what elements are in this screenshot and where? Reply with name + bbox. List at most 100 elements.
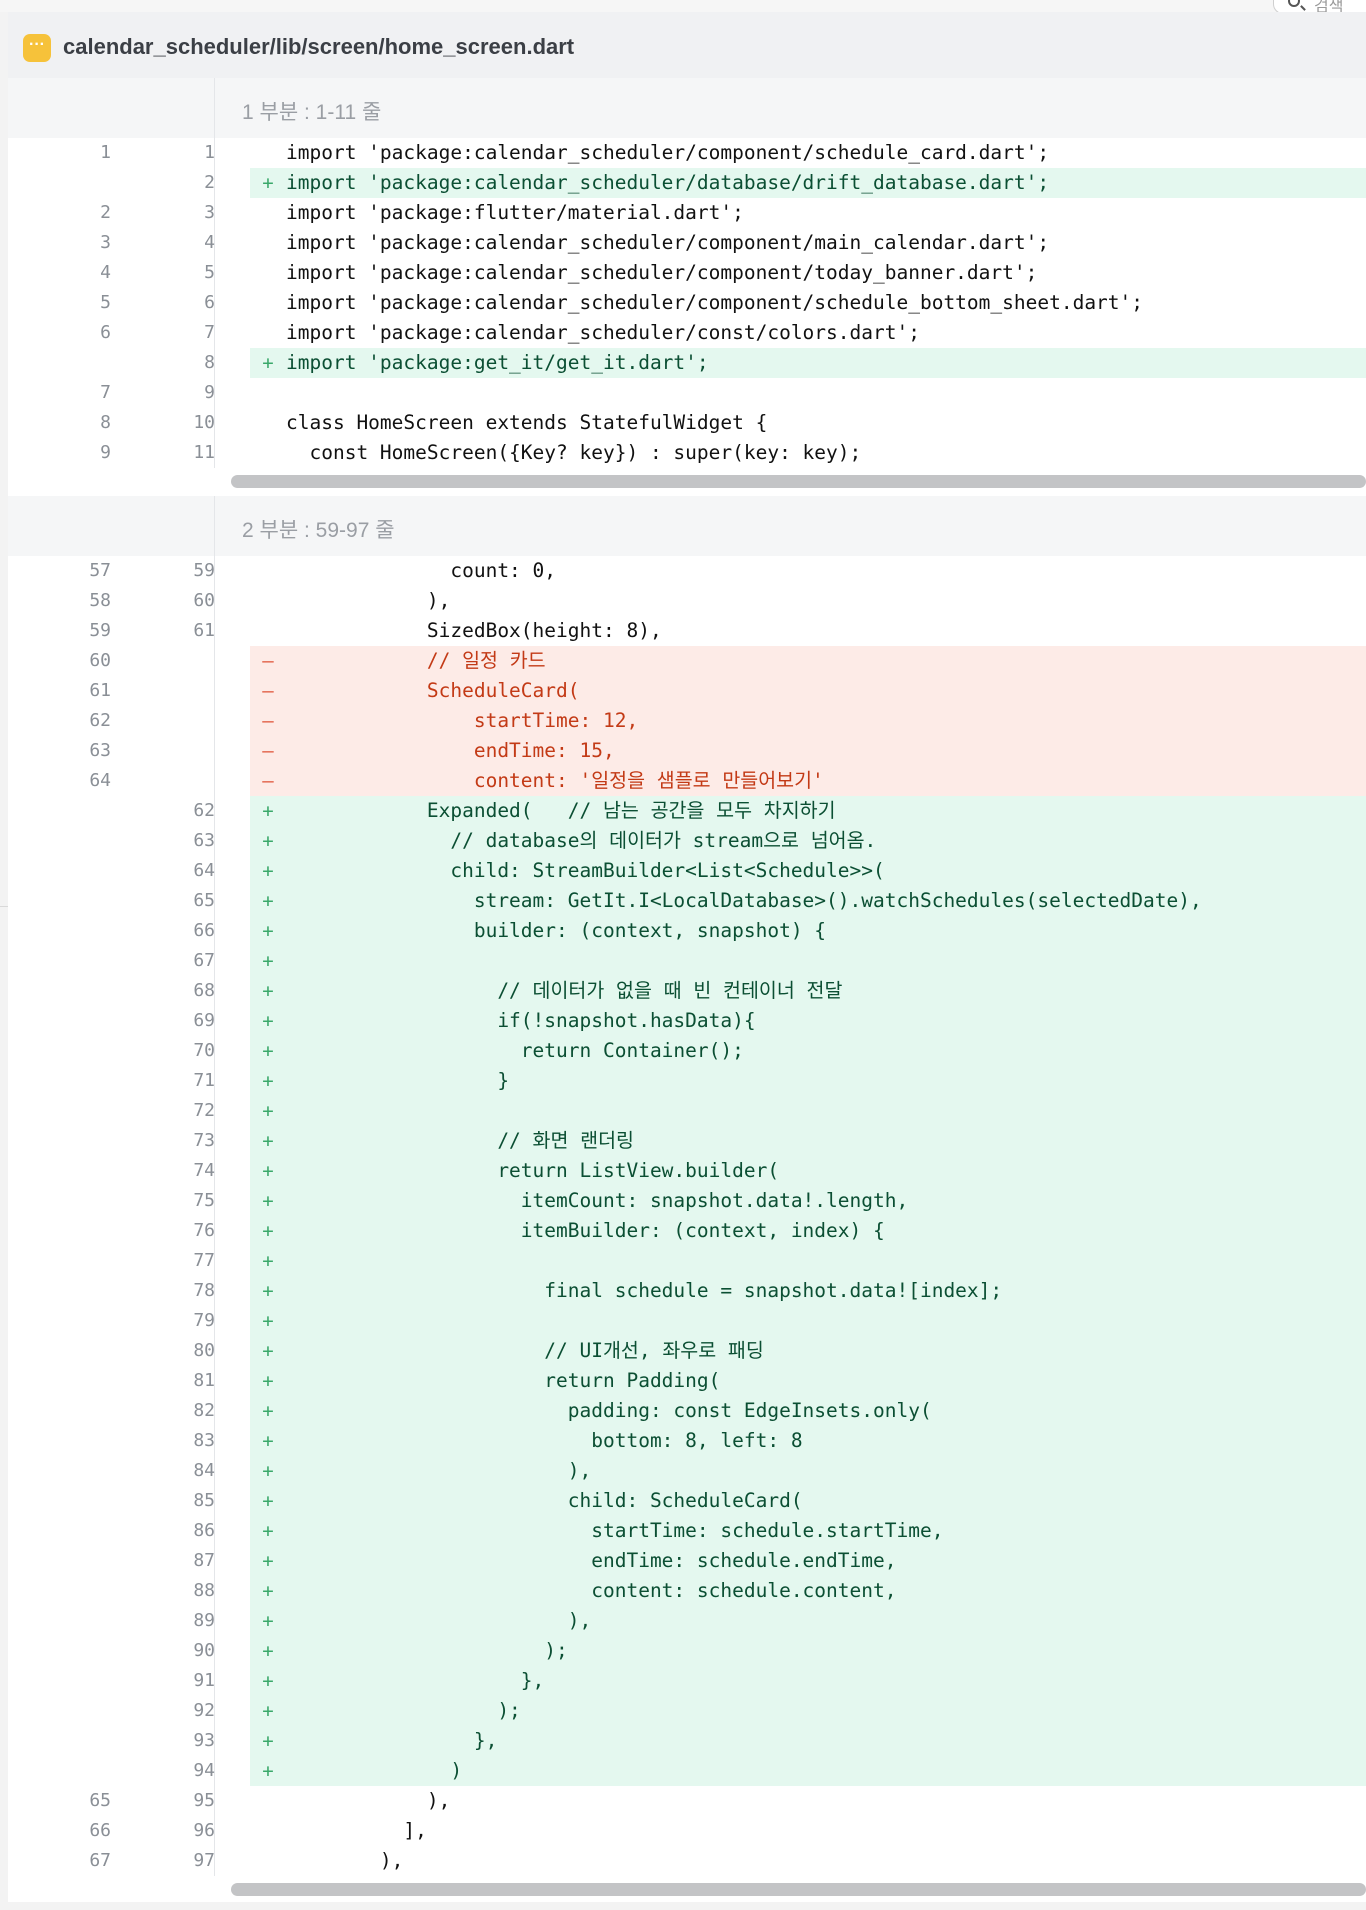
code-text: ), bbox=[286, 1459, 592, 1482]
diff-line: 70 + return Container(); bbox=[8, 1036, 1366, 1066]
old-line-number bbox=[51, 1336, 111, 1366]
code-text: ], bbox=[286, 1819, 427, 1842]
diff-line: 91 + }, bbox=[8, 1666, 1366, 1696]
diff-panel: ··· calendar_scheduler/lib/screen/home_s… bbox=[8, 12, 1366, 1910]
code-text: Expanded( // 남는 공간을 모두 차지하기 bbox=[286, 799, 836, 822]
diff-line: 65 + stream: GetIt.I<LocalDatabase>().wat… bbox=[8, 886, 1366, 916]
diff-line: 6 7 import 'package:calendar_scheduler/con… bbox=[8, 318, 1366, 348]
new-line-number: 97 bbox=[193, 1850, 215, 1871]
old-line-number bbox=[51, 1486, 111, 1516]
code-text: itemCount: snapshot.data!.length, bbox=[286, 1189, 909, 1212]
new-line-number: 88 bbox=[193, 1580, 215, 1601]
added-marker: + bbox=[262, 1610, 274, 1632]
added-marker: + bbox=[262, 950, 274, 972]
diff-line: 82 + padding: const EdgeInsets.only( bbox=[8, 1396, 1366, 1426]
new-line-number: 95 bbox=[193, 1790, 215, 1811]
added-marker: + bbox=[262, 1130, 274, 1152]
diff-line: 72 + bbox=[8, 1096, 1366, 1126]
horizontal-scrollbar-1[interactable] bbox=[215, 468, 1366, 494]
added-marker: + bbox=[262, 1220, 274, 1242]
removed-marker: – bbox=[262, 710, 274, 732]
diff-line: 66 + builder: (context, snapshot) { bbox=[8, 916, 1366, 946]
code-text: ); bbox=[286, 1639, 568, 1662]
diff-line: 68 + // 데이터가 없을 때 빈 컨테이너 전달 bbox=[8, 976, 1366, 1006]
new-line-number: 59 bbox=[193, 560, 215, 581]
old-line-number bbox=[51, 1516, 111, 1546]
diff-line: 75 + itemCount: snapshot.data!.length, bbox=[8, 1186, 1366, 1216]
file-header[interactable]: ··· calendar_scheduler/lib/screen/home_s… bbox=[8, 12, 1366, 79]
old-line-number: 64 bbox=[89, 770, 111, 791]
diff-line: 78 + final schedule = snapshot.data![inde… bbox=[8, 1276, 1366, 1306]
code-text: // 화면 랜더링 bbox=[286, 1129, 634, 1152]
added-marker: + bbox=[262, 1640, 274, 1662]
old-line-number: 63 bbox=[89, 740, 111, 761]
new-line-number: 93 bbox=[193, 1730, 215, 1751]
diff-line: 2 + import 'package:calendar_scheduler/dat… bbox=[8, 168, 1366, 198]
added-marker: + bbox=[262, 1730, 274, 1752]
diff-line: 9 11 const HomeScreen({Key? key}) : super… bbox=[8, 438, 1366, 468]
new-line-number: 4 bbox=[204, 232, 215, 253]
old-line-number bbox=[51, 1366, 111, 1396]
new-line-number: 64 bbox=[193, 860, 215, 881]
added-marker: + bbox=[262, 172, 274, 194]
scrollbar-thumb[interactable] bbox=[231, 475, 1366, 488]
old-line-number bbox=[51, 976, 111, 1006]
new-line-number: 67 bbox=[193, 950, 215, 971]
added-marker: + bbox=[262, 920, 274, 942]
old-line-number: 57 bbox=[89, 560, 111, 581]
diff-line: 2 3 import 'package:flutter/material.dart'… bbox=[8, 198, 1366, 228]
added-marker: + bbox=[262, 1040, 274, 1062]
new-line-number: 70 bbox=[193, 1040, 215, 1061]
new-line-number: 61 bbox=[193, 620, 215, 641]
old-line-number bbox=[51, 1606, 111, 1636]
old-line-number: 3 bbox=[100, 232, 111, 253]
old-line-number: 59 bbox=[89, 620, 111, 641]
old-line-number bbox=[51, 1756, 111, 1786]
code-text: import 'package:calendar_scheduler/const… bbox=[286, 321, 920, 344]
diff-line: 57 59 count: 0, bbox=[8, 556, 1366, 586]
new-line-number: 81 bbox=[193, 1370, 215, 1391]
old-line-number bbox=[51, 916, 111, 946]
new-line-number: 11 bbox=[193, 442, 215, 463]
removed-marker: – bbox=[262, 770, 274, 792]
new-line-number: 72 bbox=[193, 1100, 215, 1121]
old-line-number bbox=[51, 1186, 111, 1216]
new-line-number: 65 bbox=[193, 890, 215, 911]
code-text: padding: const EdgeInsets.only( bbox=[286, 1399, 932, 1422]
diff-line: 76 + itemBuilder: (context, index) { bbox=[8, 1216, 1366, 1246]
added-marker: + bbox=[262, 830, 274, 852]
new-line-number: 77 bbox=[193, 1250, 215, 1271]
old-line-number bbox=[51, 1096, 111, 1126]
old-line-number bbox=[51, 946, 111, 976]
diff-line: 94 + ) bbox=[8, 1756, 1366, 1786]
code-text: // database의 데이터가 stream으로 넘어옴. bbox=[286, 829, 877, 852]
diff-line: 81 + return Padding( bbox=[8, 1366, 1366, 1396]
code-text: stream: GetIt.I<LocalDatabase>().watchSc… bbox=[286, 889, 1202, 912]
old-line-number: 65 bbox=[89, 1790, 111, 1811]
added-marker: + bbox=[262, 800, 274, 822]
old-line-number bbox=[51, 1276, 111, 1306]
new-line-number: 91 bbox=[193, 1670, 215, 1691]
old-line-number bbox=[51, 1426, 111, 1456]
old-line-number: 61 bbox=[89, 680, 111, 701]
new-line-number: 60 bbox=[193, 590, 215, 611]
old-line-number: 60 bbox=[89, 650, 111, 671]
diff-line: 93 + }, bbox=[8, 1726, 1366, 1756]
hunk-header-label: 2 부분 : 59-97 줄 bbox=[242, 519, 395, 542]
horizontal-scrollbar-2[interactable] bbox=[215, 1876, 1366, 1902]
code-text: import 'package:calendar_scheduler/compo… bbox=[286, 141, 1050, 164]
diff-line: 62 – startTime: 12, bbox=[8, 706, 1366, 736]
old-line-number bbox=[51, 1546, 111, 1576]
added-marker: + bbox=[262, 1520, 274, 1542]
old-line-number bbox=[51, 1576, 111, 1606]
code-text: ), bbox=[286, 1849, 404, 1872]
diff-line: 88 + content: schedule.content, bbox=[8, 1576, 1366, 1606]
file-type-icon: ··· bbox=[23, 34, 51, 62]
code-text: class HomeScreen extends StatefulWidget … bbox=[286, 411, 768, 434]
diff-line: 74 + return ListView.builder( bbox=[8, 1156, 1366, 1186]
diff-line: 77 + bbox=[8, 1246, 1366, 1276]
new-line-number: 3 bbox=[204, 202, 215, 223]
code-text: // 일정 카드 bbox=[286, 649, 546, 672]
scrollbar-thumb[interactable] bbox=[231, 1883, 1366, 1896]
diff-line: 89 + ), bbox=[8, 1606, 1366, 1636]
